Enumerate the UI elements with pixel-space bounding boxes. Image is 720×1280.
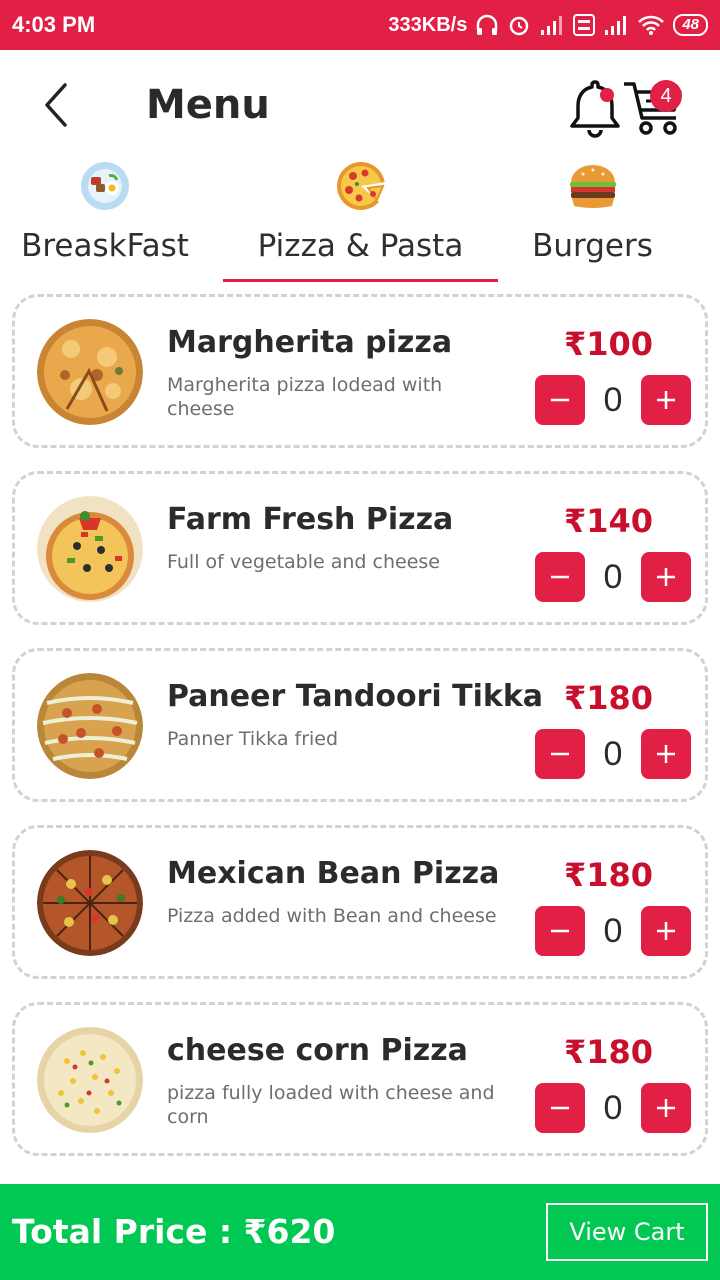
item-name: Farm Fresh Pizza <box>167 502 454 537</box>
menu-item-card: Mexican Bean Pizza Pizza added with Bean… <box>12 825 708 979</box>
item-price: ₹180 <box>563 679 653 717</box>
battery-indicator: 48 <box>673 14 708 36</box>
tab-label: Pizza & Pasta <box>257 228 464 264</box>
signal-icon-2 <box>605 16 627 35</box>
menu-item-card: Paneer Tandoori Tikka Panner Tikka fried… <box>12 648 708 802</box>
plus-icon <box>657 922 675 940</box>
notifications-button[interactable] <box>566 76 624 138</box>
plus-icon <box>657 745 675 763</box>
item-description: Panner Tikka fried <box>167 728 339 750</box>
minus-icon <box>551 929 569 933</box>
tab-label: Burgers <box>532 228 653 264</box>
menu-item-card: cheese corn Pizza pizza fully loaded wit… <box>12 1002 708 1156</box>
item-description: Margherita pizza lodead with cheese <box>167 374 443 420</box>
alarm-icon <box>510 16 529 36</box>
item-price: ₹100 <box>563 325 653 363</box>
bell-icon <box>570 80 620 138</box>
pizza-icon <box>336 162 385 210</box>
minus-icon <box>551 575 569 579</box>
decrease-quantity-button[interactable] <box>535 729 585 779</box>
item-description: pizza fully loaded with cheese and corn <box>167 1082 495 1128</box>
increase-quantity-button[interactable] <box>641 552 691 602</box>
quantity-value: 0 <box>603 912 623 950</box>
breakfast-plate-icon <box>81 162 129 210</box>
view-cart-button[interactable]: View Cart <box>546 1203 708 1261</box>
menu-item-card: Farm Fresh Pizza Full of vegetable and c… <box>12 471 708 625</box>
increase-quantity-button[interactable] <box>641 375 691 425</box>
food-image-paneer-tikka <box>37 673 143 779</box>
decrease-quantity-button[interactable] <box>535 375 585 425</box>
item-name: Margherita pizza <box>167 325 453 360</box>
chevron-left-icon <box>45 83 67 127</box>
item-price: ₹180 <box>563 1033 653 1071</box>
wifi-icon <box>638 15 665 35</box>
header: Menu 4 <box>0 50 720 160</box>
food-image-farm-fresh <box>37 496 143 602</box>
network-speed: 333KB/s <box>388 13 468 36</box>
food-image-mexican-bean <box>37 850 143 956</box>
increase-quantity-button[interactable] <box>641 906 691 956</box>
quantity-value: 0 <box>603 381 623 419</box>
plus-icon <box>657 391 675 409</box>
status-time: 4:03 PM <box>12 12 96 37</box>
signal-icon <box>541 16 563 35</box>
quantity-stepper: 0 <box>535 906 691 956</box>
minus-icon <box>551 1106 569 1110</box>
burger-icon <box>569 165 616 208</box>
tab-breakfast[interactable]: BreaskFast <box>10 160 200 285</box>
cart-count-badge: 4 <box>650 80 682 112</box>
page-title: Menu <box>146 82 270 128</box>
item-name: Paneer Tandoori Tikka <box>167 679 544 714</box>
food-image-cheese-corn <box>37 1027 143 1133</box>
tab-label: BreaskFast <box>21 228 189 264</box>
back-button[interactable] <box>34 80 78 130</box>
cart-summary-bar: Total Price : ₹620 View Cart <box>0 1184 720 1280</box>
decrease-quantity-button[interactable] <box>535 1083 585 1133</box>
item-name: Mexican Bean Pizza <box>167 856 500 891</box>
quantity-stepper: 0 <box>535 729 691 779</box>
minus-icon <box>551 752 569 756</box>
volte-icon <box>573 14 596 36</box>
food-image-margherita <box>37 319 143 425</box>
tab-burgers[interactable]: Burgers <box>520 160 665 285</box>
quantity-stepper: 0 <box>535 375 691 425</box>
quantity-value: 0 <box>603 1089 623 1127</box>
category-tabs: BreaskFast Pizza & Pasta Burgers <box>0 160 720 285</box>
item-price: ₹140 <box>563 502 653 540</box>
plus-icon <box>657 568 675 586</box>
quantity-value: 0 <box>603 558 623 596</box>
status-bar: 4:03 PM 333KB/s 48 <box>0 0 720 50</box>
menu-list: Margherita pizza Margherita pizza lodead… <box>12 294 708 1179</box>
increase-quantity-button[interactable] <box>641 1083 691 1133</box>
notification-dot <box>600 88 614 102</box>
quantity-value: 0 <box>603 735 623 773</box>
tab-pizza-pasta[interactable]: Pizza & Pasta <box>223 160 498 285</box>
headphones-icon <box>477 14 498 35</box>
minus-icon <box>551 398 569 402</box>
quantity-stepper: 0 <box>535 552 691 602</box>
plus-icon <box>657 1099 675 1117</box>
increase-quantity-button[interactable] <box>641 729 691 779</box>
decrease-quantity-button[interactable] <box>535 552 585 602</box>
total-price: Total Price : ₹620 <box>12 1212 336 1251</box>
status-icons: 333KB/s 48 <box>388 13 708 37</box>
menu-item-card: Margherita pizza Margherita pizza lodead… <box>12 294 708 448</box>
decrease-quantity-button[interactable] <box>535 906 585 956</box>
item-price: ₹180 <box>563 856 653 894</box>
cart-button[interactable]: 4 <box>622 76 686 138</box>
item-name: cheese corn Pizza <box>167 1033 468 1068</box>
quantity-stepper: 0 <box>535 1083 691 1133</box>
item-description: Pizza added with Bean and cheese <box>167 905 497 927</box>
item-description: Full of vegetable and cheese <box>167 551 440 573</box>
active-tab-indicator <box>223 279 498 282</box>
